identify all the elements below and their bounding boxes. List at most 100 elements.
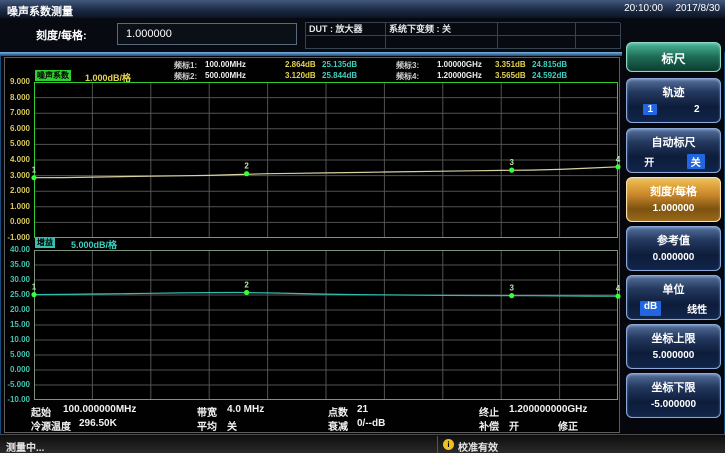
measurement-config-table: DUT : 放大器 系统下变频 : 关 bbox=[305, 22, 620, 49]
correction-indicator: 修正 bbox=[558, 418, 578, 433]
reference-value-value: 0.000000 bbox=[627, 252, 720, 263]
empty-cell bbox=[386, 36, 498, 49]
app-title: 噪声系数测量 bbox=[7, 3, 73, 19]
average-label: 平均 bbox=[197, 418, 217, 433]
noise-figure-plot: 1 2 3 4 bbox=[33, 82, 619, 238]
marker1-nf-value: 2.864dB bbox=[285, 60, 316, 69]
marker4-freq: 1.20000GHz bbox=[437, 71, 482, 80]
auto-scale-on-option[interactable]: 开 bbox=[642, 154, 656, 169]
svg-text:1: 1 bbox=[32, 166, 37, 175]
status-bar: 测量中... i 校准有效 bbox=[0, 434, 725, 453]
unit-linear-option[interactable]: 线性 bbox=[687, 301, 707, 316]
scale-per-div-input[interactable]: 1.000000 bbox=[117, 23, 297, 45]
marker4-nf-value: 3.565dB bbox=[495, 71, 526, 80]
trace-button[interactable]: 轨迹 1 2 bbox=[626, 78, 721, 123]
marker2-gain-value: 25.844dB bbox=[322, 71, 357, 80]
dut-cell: DUT : 放大器 bbox=[306, 23, 386, 36]
scale-per-div-label: 刻度/每格: bbox=[36, 27, 87, 43]
svg-text:1: 1 bbox=[32, 283, 37, 292]
points-value: 21 bbox=[357, 404, 368, 415]
svg-text:3: 3 bbox=[509, 158, 514, 167]
marker1-freq: 100.00MHz bbox=[205, 60, 246, 69]
points-label: 点数 bbox=[328, 404, 348, 419]
stop-freq-value: 1.200000000GHz bbox=[509, 404, 587, 415]
marker3-nf-value: 3.351dB bbox=[495, 60, 526, 69]
y-axis-tick-label: 40.00 bbox=[10, 246, 30, 254]
y-axis-tick-label: 15.00 bbox=[10, 321, 30, 329]
stop-freq-label: 终止 bbox=[479, 404, 499, 419]
cold-temp-label: 冷源温度 bbox=[31, 418, 71, 433]
header-divider bbox=[0, 52, 622, 56]
empty-cell bbox=[576, 23, 621, 36]
marker2-freq: 500.00MHz bbox=[205, 71, 246, 80]
downconverter-cell: 系统下变频 : 关 bbox=[386, 23, 498, 36]
status-bar-divider bbox=[437, 436, 438, 453]
attenuation-value: 0/--dB bbox=[357, 418, 385, 429]
menu-title-label: 标尺 bbox=[627, 50, 720, 67]
y-axis-tick-label: 20.00 bbox=[10, 306, 30, 314]
svg-text:2: 2 bbox=[244, 281, 249, 290]
marker2-nf-value: 3.120dB bbox=[285, 71, 316, 80]
title-bar: 噪声系数测量 20:10:00 2017/8/30 bbox=[0, 0, 725, 18]
y-axis-tick-label: 30.00 bbox=[10, 276, 30, 284]
bandwidth-value: 4.0 MHz bbox=[227, 404, 264, 415]
auto-scale-button[interactable]: 自动标尺 开 关 bbox=[626, 128, 721, 173]
empty-cell bbox=[306, 36, 386, 49]
svg-text:4: 4 bbox=[616, 155, 621, 164]
noise-figure-trace-badge: 噪声系数 bbox=[35, 70, 71, 81]
calibration-valid-text: 校准有效 bbox=[458, 439, 498, 453]
menu-title-button-scale[interactable]: 标尺 bbox=[626, 42, 721, 72]
marker3-freq: 1.00000GHz bbox=[437, 60, 482, 69]
instrument-screen: 噪声系数测量 20:10:00 2017/8/30 刻度/每格: 1.00000… bbox=[0, 0, 725, 453]
axis-upper-limit-button[interactable]: 坐标上限 5.000000 bbox=[626, 324, 721, 369]
axis-lower-limit-button[interactable]: 坐标下限 -5.000000 bbox=[626, 373, 721, 418]
marker1-gain-value: 25.135dB bbox=[322, 60, 357, 69]
empty-cell bbox=[576, 36, 621, 49]
attenuation-label: 衰减 bbox=[328, 418, 348, 433]
unit-button[interactable]: 单位 dB 线性 bbox=[626, 275, 721, 320]
marker4-label: 频标4: bbox=[396, 71, 419, 82]
y-axis-tick-label: 25.00 bbox=[10, 291, 30, 299]
bandwidth-label: 带宽 bbox=[197, 404, 217, 419]
y-axis-tick-label: 0.000 bbox=[10, 366, 30, 374]
empty-cell bbox=[498, 36, 576, 49]
y-axis-tick-label: -10.00 bbox=[7, 396, 30, 404]
unit-db-option[interactable]: dB bbox=[640, 301, 661, 316]
auto-scale-label: 自动标尺 bbox=[627, 134, 720, 150]
auto-scale-off-option[interactable]: 关 bbox=[687, 154, 705, 169]
trace-option-1[interactable]: 1 bbox=[643, 104, 657, 115]
measuring-status-text: 测量中... bbox=[6, 439, 44, 453]
axis-lower-limit-label: 坐标下限 bbox=[627, 379, 720, 395]
marker3-label: 频标3: bbox=[396, 60, 419, 71]
scale-per-div-button-label: 刻度/每格 bbox=[627, 183, 720, 199]
empty-cell bbox=[498, 23, 576, 36]
reference-value-button[interactable]: 参考值 0.000000 bbox=[626, 226, 721, 271]
axis-lower-limit-value: -5.000000 bbox=[627, 399, 720, 410]
scale-per-div-button[interactable]: 刻度/每格 1.000000 bbox=[626, 177, 721, 222]
axis-upper-limit-value: 5.000000 bbox=[627, 350, 720, 361]
main-display: 频标1: 100.00MHz 2.864dB 25.135dB 频标3: 1.0… bbox=[4, 57, 620, 433]
header-strip: 刻度/每格: 1.000000 DUT : 放大器 系统下变频 : 关 bbox=[0, 18, 725, 52]
scale-per-div-button-value: 1.000000 bbox=[627, 203, 720, 214]
svg-text:2: 2 bbox=[244, 162, 249, 171]
compensation-value: 开 bbox=[509, 418, 519, 433]
marker1-label: 频标1: bbox=[174, 60, 197, 71]
marker4-gain-value: 24.592dB bbox=[532, 71, 567, 80]
y-axis-tick-label: -5.000 bbox=[7, 381, 30, 389]
y-axis-tick-label: 10.00 bbox=[10, 336, 30, 344]
compensation-label: 补偿 bbox=[479, 418, 499, 433]
marker3-gain-value: 24.815dB bbox=[532, 60, 567, 69]
marker2-label: 频标2: bbox=[174, 71, 197, 82]
trace-option-2[interactable]: 2 bbox=[690, 104, 704, 115]
axis-upper-limit-label: 坐标上限 bbox=[627, 330, 720, 346]
reference-value-label: 参考值 bbox=[627, 232, 720, 248]
y-axis-tick-label: 35.00 bbox=[10, 261, 30, 269]
clock-time: 20:10:00 bbox=[624, 3, 663, 14]
gain-trace-badge: 增益 bbox=[35, 237, 55, 248]
start-freq-value: 100.000000MHz bbox=[63, 404, 136, 415]
svg-text:3: 3 bbox=[509, 284, 514, 293]
gain-y-axis: 40.0035.0030.0025.0020.0015.0010.005.000… bbox=[5, 58, 31, 432]
trace-button-label: 轨迹 bbox=[627, 84, 720, 100]
clock-date: 2017/8/30 bbox=[676, 3, 721, 14]
unit-button-label: 单位 bbox=[627, 281, 720, 297]
